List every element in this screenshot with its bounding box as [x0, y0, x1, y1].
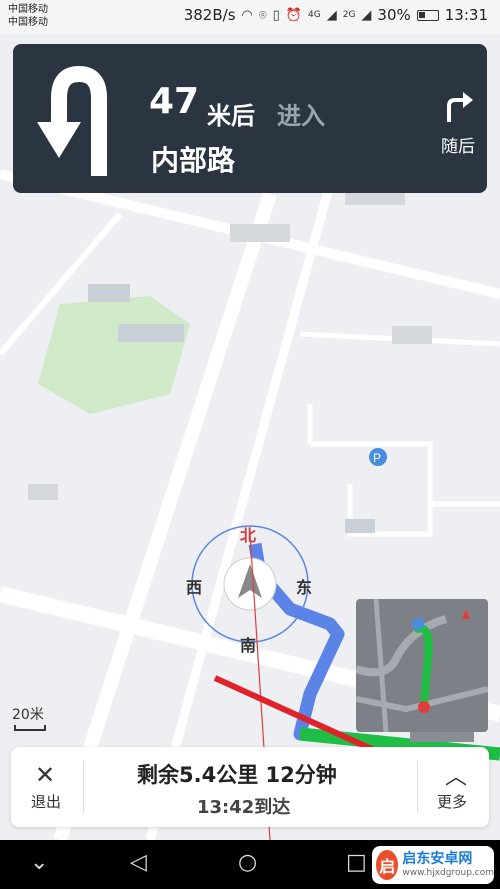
arrival-time: 13:42到达 — [197, 797, 291, 818]
u-turn-icon — [37, 65, 107, 176]
signal-icon-2: ◢ — [361, 7, 372, 23]
battery-icon — [416, 9, 439, 21]
compass-south: 南 — [240, 636, 257, 655]
scale-label: 20米 — [12, 707, 44, 723]
compass-east: 东 — [296, 578, 313, 597]
poi-blur — [28, 484, 58, 500]
more-button[interactable]: ︿ 更多 — [419, 747, 489, 827]
park-area — [38, 296, 190, 414]
carrier-2: 中国移动 — [8, 17, 48, 28]
recents-icon[interactable]: □ — [346, 850, 367, 875]
exit-label: 退出 — [31, 793, 62, 811]
poi-blur — [118, 324, 184, 342]
remaining-summary: 剩余5.4公里 12分钟 — [137, 763, 337, 787]
close-icon: ✕ — [35, 761, 56, 789]
next-turn-label: 随后 — [441, 137, 475, 157]
hide-nav-icon[interactable]: ⌄ — [30, 850, 48, 875]
alarm-icon: ⏰ — [285, 7, 303, 23]
signal-4g: 4G — [308, 10, 321, 20]
signal-icon: ◢ — [326, 7, 337, 23]
back-icon[interactable]: ◁ — [130, 850, 147, 875]
home-icon[interactable]: ○ — [238, 850, 257, 875]
guidance-card[interactable]: 47 米后 进入 内部路 随后 — [13, 44, 487, 193]
svg-text:P: P — [373, 451, 381, 465]
compass-west: 西 — [186, 578, 203, 597]
watermark-name: 启东安卓网 — [402, 851, 473, 867]
status-bar: 中国移动 中国移动 382B/s ◠ ⌾ ▯ ⏰ 4G ◢ 2G ◢ 30% 1… — [0, 0, 500, 34]
carrier-info: 中国移动 中国移动 — [8, 3, 48, 29]
signal-2g: 2G — [342, 10, 356, 20]
divider — [83, 761, 84, 813]
watermark-url: www.hjxdgroup.com — [402, 868, 494, 878]
distance-unit: 米后 — [207, 102, 255, 130]
compass-north: 北 — [240, 526, 257, 545]
turn-distance: 47 — [149, 81, 200, 122]
battery-percent: 30% — [377, 6, 411, 24]
status-indicators: 382B/s ◠ ⌾ ▯ ⏰ 4G ◢ 2G ◢ 30% 13:31 — [184, 6, 488, 24]
mini-map-canvas — [356, 599, 488, 732]
carrier-1: 中国移动 — [8, 4, 48, 15]
clock: 13:31 — [444, 6, 488, 24]
turn-right-icon — [447, 92, 473, 122]
net-speed: 382B/s — [183, 6, 236, 24]
trip-panel: ✕ 退出 剩余5.4公里 12分钟 13:42到达 ︿ 更多 — [11, 747, 489, 827]
poi-blur — [88, 284, 130, 302]
mini-map[interactable] — [356, 599, 488, 732]
more-label: 更多 — [437, 793, 468, 811]
exit-button[interactable]: ✕ 退出 — [11, 747, 83, 827]
watermark-badge: 启 启东安卓网 www.hjxdgroup.com — [372, 846, 494, 884]
chevron-up-icon: ︿ — [445, 765, 468, 790]
scale-bar — [14, 725, 46, 731]
poi-blur — [230, 224, 290, 242]
poi-blur — [345, 519, 375, 533]
turn-action: 进入 — [277, 102, 325, 130]
vibrate-icon: ▯ — [272, 7, 280, 23]
watermark-logo-icon: 启 — [376, 850, 399, 880]
location-icon: ⌾ — [258, 7, 267, 23]
divider — [417, 761, 418, 813]
road-name: 内部路 — [151, 144, 236, 177]
poi-blur — [392, 326, 432, 344]
headphone-icon: ◠ — [241, 7, 253, 23]
